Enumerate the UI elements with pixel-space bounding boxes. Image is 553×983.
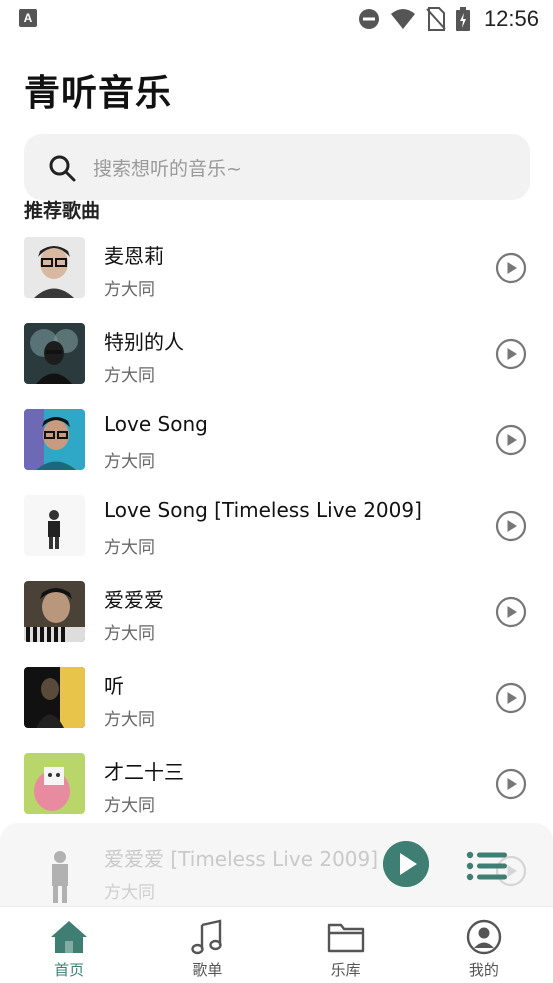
album-cover xyxy=(24,409,85,470)
play-icon[interactable] xyxy=(495,596,527,628)
play-icon[interactable] xyxy=(495,424,527,456)
song-item[interactable]: 麦恩莉 方大同 xyxy=(0,237,553,323)
mini-player-play-button[interactable] xyxy=(383,841,429,887)
nav-label: 首页 xyxy=(54,961,85,979)
clock: 12:56 xyxy=(483,6,539,31)
album-cover xyxy=(24,667,85,728)
profile-icon xyxy=(466,919,502,955)
song-item[interactable]: 爱爱爱 方大同 xyxy=(0,581,553,667)
song-artist: 方大同 xyxy=(104,796,155,816)
album-cover xyxy=(24,581,85,642)
album-cover xyxy=(24,237,85,298)
no-sim-icon xyxy=(426,7,446,31)
status-bar: A 12:56 xyxy=(0,0,553,38)
play-icon[interactable] xyxy=(495,768,527,800)
nav-label: 歌单 xyxy=(192,961,223,979)
folder-icon xyxy=(327,923,364,953)
song-list: 麦恩莉 方大同 特别的人 方大同 Love Song 方大同 Love Song… xyxy=(0,237,553,839)
search-input[interactable]: 搜索想听的音乐~ xyxy=(24,134,530,200)
nav-item-library[interactable]: 乐库 xyxy=(277,907,415,983)
home-icon xyxy=(51,921,88,953)
album-cover xyxy=(24,753,85,814)
play-icon[interactable] xyxy=(495,338,527,370)
mini-player-cover xyxy=(52,851,68,903)
song-artist: 方大同 xyxy=(104,452,155,472)
song-title: 爱爱爱 xyxy=(104,588,164,612)
album-cover xyxy=(24,495,85,556)
playlist-icon[interactable] xyxy=(466,851,508,881)
nav-item-home[interactable]: 首页 xyxy=(0,907,138,983)
album-cover xyxy=(24,323,85,384)
song-item[interactable]: Love Song [Timeless Live 2009] 方大同 xyxy=(0,495,553,581)
song-item[interactable]: 听 方大同 xyxy=(0,667,553,753)
music-note-icon xyxy=(191,919,223,955)
song-item[interactable]: Love Song 方大同 xyxy=(0,409,553,495)
wifi-icon xyxy=(390,9,415,29)
app-title: 青听音乐 xyxy=(24,73,173,114)
play-icon[interactable] xyxy=(495,682,527,714)
song-title: 特别的人 xyxy=(104,330,184,354)
mini-player-artist: 方大同 xyxy=(104,883,155,903)
song-item[interactable]: 特别的人 方大同 xyxy=(0,323,553,409)
song-title: 才二十三 xyxy=(104,760,184,784)
do-not-disturb-icon xyxy=(358,9,379,29)
song-title: 麦恩莉 xyxy=(104,244,164,268)
song-artist: 方大同 xyxy=(104,710,155,730)
song-title: Love Song [Timeless Live 2009] xyxy=(104,498,422,522)
nav-item-playlists[interactable]: 歌单 xyxy=(138,907,276,983)
mini-player-title: 爱爱爱 [Timeless Live 2009] xyxy=(104,847,379,871)
play-icon[interactable] xyxy=(495,510,527,542)
song-artist: 方大同 xyxy=(104,280,155,300)
app-notification-icon: A xyxy=(19,9,37,27)
search-icon xyxy=(49,155,76,182)
battery-charging-icon xyxy=(455,7,470,31)
mini-player[interactable]: 爱爱爱 [Timeless Live 2009] 方大同 xyxy=(0,823,553,909)
song-artist: 方大同 xyxy=(104,366,155,386)
song-title: 听 xyxy=(104,674,124,698)
bottom-nav: 首页 歌单 乐库 我的 xyxy=(0,906,553,983)
nav-label: 我的 xyxy=(468,961,499,979)
song-artist: 方大同 xyxy=(104,538,155,558)
song-artist: 方大同 xyxy=(104,624,155,644)
play-icon[interactable] xyxy=(495,252,527,284)
nav-label: 乐库 xyxy=(330,961,361,979)
song-title: Love Song xyxy=(104,412,208,436)
status-icons: 12:56 xyxy=(358,6,539,32)
section-title: 推荐歌曲 xyxy=(24,200,101,222)
search-placeholder: 搜索想听的音乐~ xyxy=(93,158,242,180)
nav-item-profile[interactable]: 我的 xyxy=(415,907,553,983)
